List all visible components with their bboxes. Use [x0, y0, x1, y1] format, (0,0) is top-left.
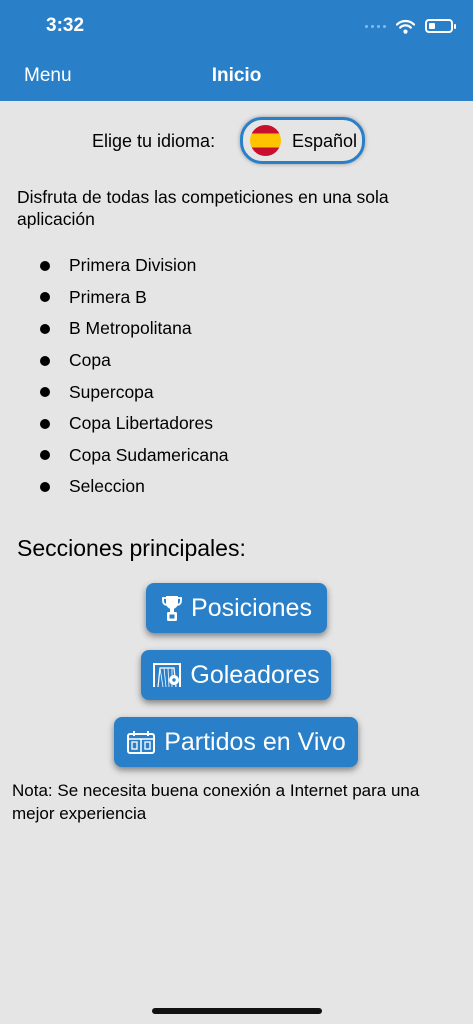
home-indicator[interactable]	[152, 1008, 322, 1014]
bullet-icon	[40, 387, 50, 398]
language-selected-value: Español	[292, 131, 358, 151]
battery-icon	[425, 19, 456, 33]
intro-text: Disfruta de todas las competiciones en u…	[17, 187, 389, 229]
list-item: Seleccion	[40, 471, 229, 503]
bullet-icon	[40, 260, 50, 271]
status-icons	[365, 15, 456, 37]
menu-button[interactable]: Menu	[24, 65, 72, 87]
list-item: B Metropolitana	[40, 313, 229, 345]
language-label: Elige tu idioma:	[92, 131, 216, 151]
connection-note: Nota: Se necesita buena conexión a Inter…	[12, 781, 420, 823]
bullet-icon	[40, 450, 50, 461]
bullet-icon	[40, 418, 50, 429]
competition-label: Copa Libertadores	[69, 413, 213, 434]
bullet-icon	[40, 323, 50, 334]
competition-label: B Metropolitana	[69, 318, 192, 339]
language-selector[interactable]: Español	[240, 117, 365, 164]
goal-net-icon	[153, 663, 182, 688]
wifi-icon	[396, 19, 415, 34]
competition-label: Primera Division	[69, 255, 197, 276]
list-item: Copa Libertadores	[40, 408, 229, 440]
goleadores-button[interactable]: Goleadores	[141, 650, 331, 700]
list-item: Copa	[40, 345, 229, 377]
list-item: Copa Sudamericana	[40, 440, 229, 472]
competition-label: Copa	[69, 350, 111, 371]
bullet-icon	[40, 292, 50, 303]
competition-label: Seleccion	[69, 476, 145, 497]
competition-label: Supercopa	[69, 381, 154, 402]
bullet-icon	[40, 481, 50, 492]
goleadores-label: Goleadores	[190, 660, 320, 689]
partidos-en-vivo-button[interactable]: Partidos en Vivo	[114, 717, 358, 767]
trophy-icon	[162, 596, 182, 621]
posiciones-button[interactable]: Posiciones	[146, 583, 327, 633]
signal-dots-icon	[365, 24, 386, 28]
list-item: Primera Division	[40, 250, 229, 282]
list-item: Supercopa	[40, 376, 229, 408]
posiciones-label: Posiciones	[191, 593, 312, 622]
scoreboard-icon	[127, 731, 156, 754]
spain-flag-icon	[250, 125, 281, 156]
language-row: Elige tu idioma: Español	[0, 117, 473, 165]
competition-label: Copa Sudamericana	[69, 444, 229, 465]
list-item: Primera B	[40, 282, 229, 314]
bullet-icon	[40, 355, 50, 366]
competition-label: Primera B	[69, 286, 147, 307]
partidos-en-vivo-label: Partidos en Vivo	[164, 727, 346, 756]
competitions-list: Primera Division Primera B B Metropolita…	[40, 250, 229, 503]
status-time: 3:32	[46, 15, 85, 36]
top-header: 3:32 Menu Inicio	[0, 0, 473, 101]
sections-title: Secciones principales:	[17, 535, 246, 561]
